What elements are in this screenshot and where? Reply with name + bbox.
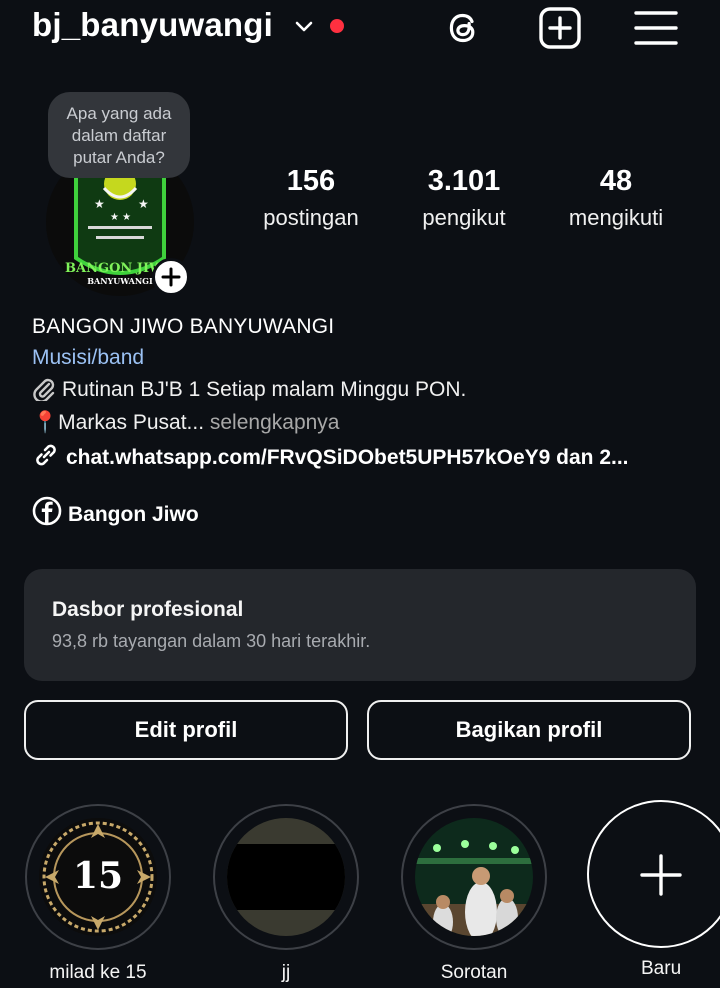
svg-text:BANYUWANGI: BANYUWANGI — [87, 276, 153, 286]
plus-icon — [640, 854, 682, 896]
pin-icon: 📍 — [32, 411, 59, 434]
new-highlight-label: Baru — [641, 958, 682, 979]
share-profile-button[interactable]: Bagikan profil — [367, 700, 691, 760]
highlight-photo — [415, 818, 533, 936]
notification-dot — [330, 19, 344, 33]
highlight-ring — [213, 804, 359, 950]
bio-link[interactable]: chat.whatsapp.com/FRvQSiDObet5UPH57kOeY9… — [32, 441, 629, 474]
highlight-label: Sorotan — [440, 962, 508, 983]
highlight-label: milad ke 15 — [49, 962, 147, 983]
bio-line: Rutinan BJ'B 1 Setiap malam Minggu PON. — [32, 374, 466, 406]
note-bubble[interactable]: Apa yang ada dalam daftar putar Anda? — [48, 92, 190, 178]
posts-count: 156 — [286, 165, 336, 197]
facebook-link[interactable]: Bangon Jiwo — [32, 496, 199, 531]
followers-count: 3.101 — [427, 165, 501, 197]
svg-text:★ ★: ★ ★ — [110, 212, 131, 223]
bio-line: 📍Markas Pusat... selengkapnya — [32, 407, 339, 439]
add-post-icon[interactable] — [538, 6, 582, 50]
highlight-image — [227, 818, 345, 936]
note-text: putar Anda? — [73, 148, 165, 167]
stat-followers[interactable]: 3.101 pengikut — [384, 162, 544, 236]
svg-text:★: ★ — [94, 197, 105, 211]
highlight-item[interactable]: Sorotan — [401, 804, 547, 984]
following-count: 48 — [599, 165, 633, 197]
profile-name: BANGON JIWO BANYUWANGI — [32, 315, 335, 338]
plus-icon — [161, 267, 181, 287]
highlight-cover — [415, 818, 533, 936]
note-text: Apa yang ada — [66, 104, 172, 123]
highlight-cover — [227, 818, 345, 936]
svg-text:★: ★ — [138, 197, 149, 211]
link-text: chat.whatsapp.com/FRvQSiDObet5UPH57kOeY9… — [66, 446, 629, 469]
posts-label: postingan — [263, 205, 359, 230]
highlight-ring: 15 — [25, 804, 171, 950]
professional-dashboard-card[interactable]: Dasbor profesional 93,8 rb tayangan dala… — [24, 569, 696, 681]
see-more-link[interactable]: selengkapnya — [204, 411, 340, 434]
threads-icon[interactable] — [441, 6, 485, 50]
highlight-item[interactable]: 15 milad ke 15 — [25, 804, 171, 984]
dashboard-title: Dasbor profesional — [52, 598, 244, 621]
highlight-item[interactable]: jj — [213, 804, 359, 984]
dashboard-subtitle: 93,8 rb tayangan dalam 30 hari terakhir. — [52, 631, 371, 651]
link-icon — [36, 444, 56, 466]
highlight-label: jj — [281, 962, 291, 983]
following-label: mengikuti — [568, 205, 664, 230]
bio-text-2: Markas Pusat... — [58, 411, 205, 434]
stat-posts[interactable]: 156 postingan — [231, 162, 391, 236]
facebook-icon — [32, 496, 62, 526]
paperclip-icon — [33, 378, 55, 401]
menu-icon[interactable] — [634, 6, 678, 50]
milad-badge-image: 15 — [39, 818, 157, 936]
profile-category[interactable]: Musisi/band — [32, 342, 144, 374]
highlight-ring — [401, 804, 547, 950]
highlight-cover: 15 — [39, 818, 157, 936]
top-bar: bj_banyuwangi — [0, 0, 720, 60]
stat-following[interactable]: 48 mengikuti — [536, 162, 696, 236]
chevron-down-icon[interactable] — [292, 14, 316, 38]
svg-text:15: 15 — [73, 855, 123, 897]
add-story-button[interactable] — [152, 258, 190, 296]
facebook-text: Bangon Jiwo — [68, 503, 199, 526]
bio-text-1: Rutinan BJ'B 1 Setiap malam Minggu PON. — [62, 378, 467, 401]
followers-label: pengikut — [422, 205, 506, 230]
edit-profile-button[interactable]: Edit profil — [24, 700, 348, 760]
note-text: dalam daftar — [71, 126, 167, 145]
username[interactable]: bj_banyuwangi — [32, 6, 273, 44]
new-highlight-button[interactable] — [587, 800, 720, 948]
